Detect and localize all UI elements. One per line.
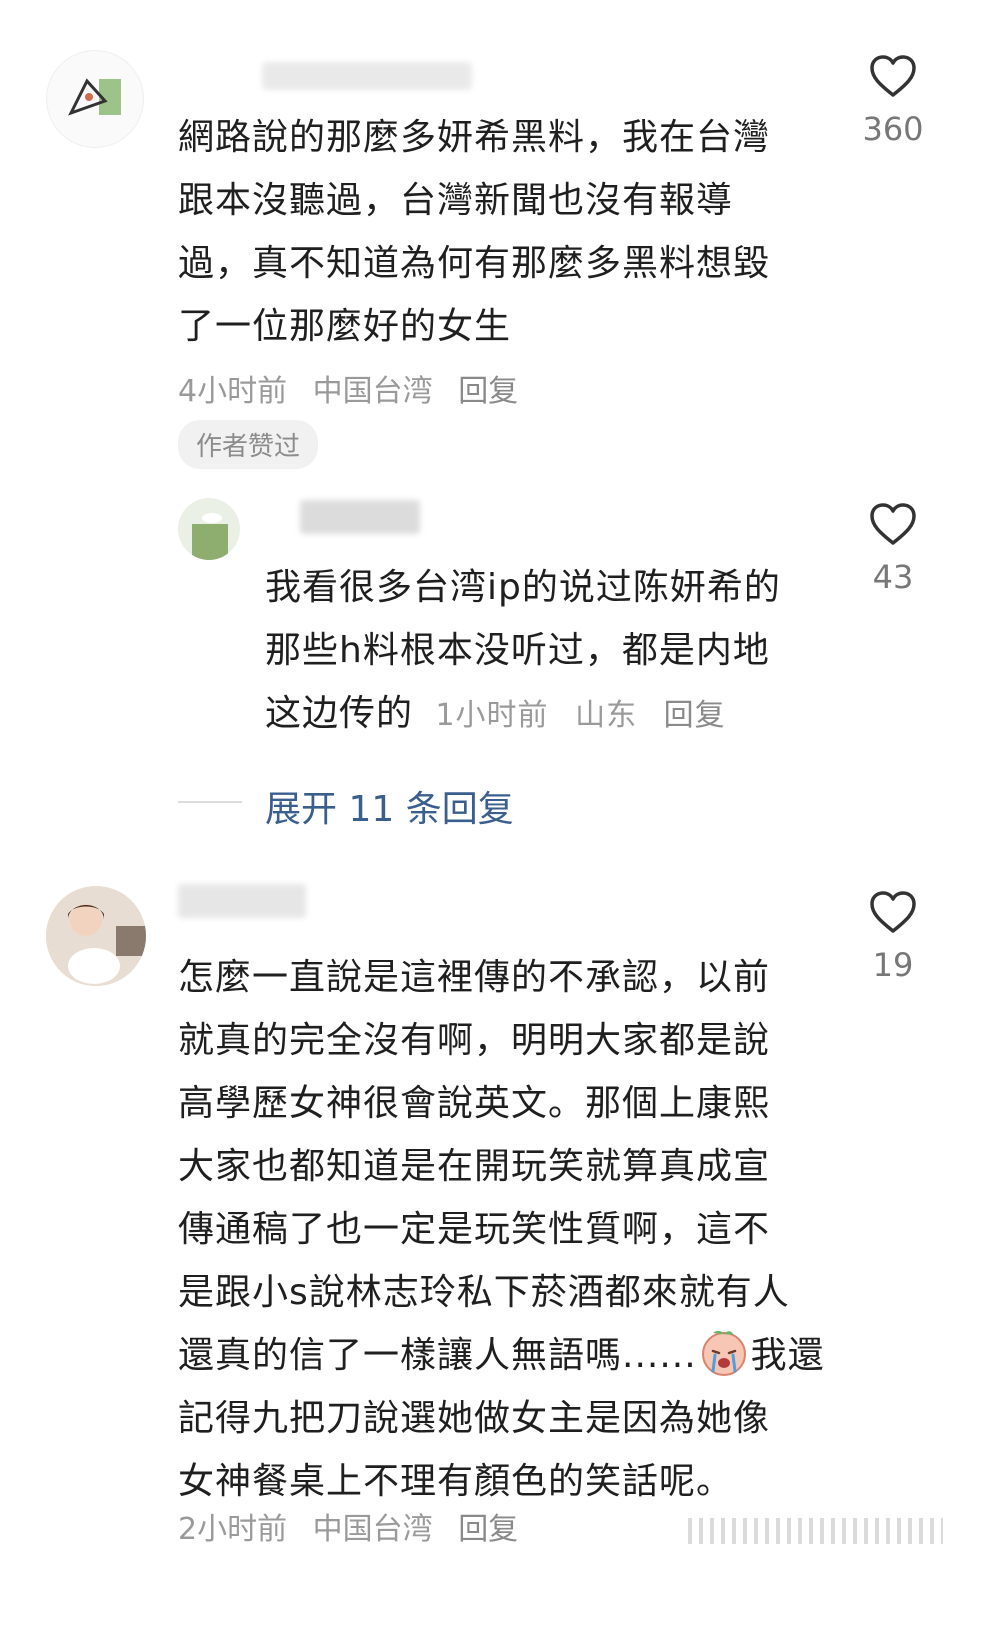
comment-time: 4小时前 bbox=[178, 374, 288, 409]
comment-line: 記得九把刀說選她做女主是因為她像 bbox=[178, 1398, 771, 1439]
comment-line-with-meta: 这边传的 1小时前 山东 回复 bbox=[265, 682, 845, 747]
reply-button[interactable]: 回复 bbox=[458, 1512, 518, 1547]
comment-meta: 2小时前 中国台湾 回复 bbox=[178, 1504, 534, 1548]
avatar-image bbox=[46, 886, 146, 986]
reply-button[interactable]: 回复 bbox=[458, 374, 518, 409]
like-button[interactable]: 43 bbox=[848, 502, 938, 596]
comment-line: 傳通稿了也一定是玩笑性質啊，這不 bbox=[178, 1209, 771, 1250]
comment-line: 過，真不知道為何有那麼多黑料想毀 bbox=[178, 243, 771, 284]
crying-face-emoji-icon bbox=[701, 1330, 746, 1376]
comment-time: 1小时前 bbox=[435, 698, 549, 733]
username-blurred[interactable] bbox=[300, 500, 420, 534]
expand-replies-button[interactable]: 展开 11 条回复 bbox=[265, 780, 514, 832]
comment-line-with-emoji: 還真的信了一樣讓人無語嗎...... 我還 bbox=[178, 1324, 858, 1387]
heart-outline-icon bbox=[870, 891, 916, 933]
avatar[interactable] bbox=[46, 50, 144, 148]
comment-line: 大家也都知道是在開玩笑就算真成宣 bbox=[178, 1146, 771, 1187]
heart-outline-icon bbox=[870, 503, 916, 545]
comment-line: 還真的信了一樣讓人無語嗎...... bbox=[178, 1335, 697, 1376]
comment-location: 中国台湾 bbox=[312, 1512, 433, 1547]
avatar[interactable] bbox=[46, 886, 146, 986]
comment-meta: 1小时前 山东 回复 bbox=[435, 698, 741, 733]
username-blurred[interactable] bbox=[262, 62, 472, 90]
author-liked-badge: 作者赞过 bbox=[178, 420, 319, 469]
comment-line: 怎麼一直說是這裡傳的不承認，以前 bbox=[178, 957, 771, 998]
heart-outline-icon bbox=[870, 55, 916, 97]
expand-divider bbox=[178, 801, 242, 803]
comment-line: 了一位那麼好的女生 bbox=[178, 306, 512, 347]
comment-time: 2小时前 bbox=[178, 1512, 288, 1547]
comment-line: 跟本沒聽過，台灣新聞也沒有報導 bbox=[178, 180, 734, 221]
like-count: 360 bbox=[862, 110, 924, 148]
comment-line: 是跟小s說林志玲私下菸酒都來就有人 bbox=[178, 1272, 790, 1313]
like-button[interactable]: 19 bbox=[848, 890, 938, 984]
comment-text: 我看很多台湾ip的说过陈妍希的 那些h料根本没听过，都是内地 这边传的 1小时前… bbox=[265, 556, 845, 747]
comment-text: 網路說的那麼多妍希黑料，我在台灣 跟本沒聽過，台灣新聞也沒有報導 過，真不知道為… bbox=[178, 106, 828, 358]
like-count: 43 bbox=[872, 558, 914, 596]
avatar[interactable] bbox=[178, 498, 240, 560]
comment-text: 怎麼一直說是這裡傳的不承認，以前 就真的完全沒有啊，明明大家都是說 高學歷女神很… bbox=[178, 946, 858, 1513]
comment-line: 我還 bbox=[750, 1335, 825, 1376]
comment-line: 我看很多台湾ip的说过陈妍希的 bbox=[265, 567, 781, 608]
comment-line: 網路說的那麼多妍希黑料，我在台灣 bbox=[178, 117, 771, 158]
comment-line: 那些h料根本没听过，都是内地 bbox=[265, 630, 770, 671]
comment-line: 高學歷女神很會說英文。那個上康熙 bbox=[178, 1083, 771, 1124]
like-count: 19 bbox=[872, 946, 914, 984]
comment-line: 就真的完全沒有啊，明明大家都是說 bbox=[178, 1020, 771, 1061]
username-blurred[interactable] bbox=[178, 884, 306, 918]
comment-line: 这边传的 bbox=[265, 693, 414, 734]
avatar-image bbox=[67, 78, 121, 116]
reply-button[interactable]: 回复 bbox=[664, 698, 726, 733]
comment-meta: 4小时前 中国台湾 回复 bbox=[178, 366, 534, 410]
avatar-image bbox=[192, 513, 228, 560]
comment-location: 山东 bbox=[575, 698, 638, 733]
comment-location: 中国台湾 bbox=[312, 374, 433, 409]
watermark bbox=[688, 1518, 943, 1544]
like-button[interactable]: 360 bbox=[848, 54, 938, 148]
